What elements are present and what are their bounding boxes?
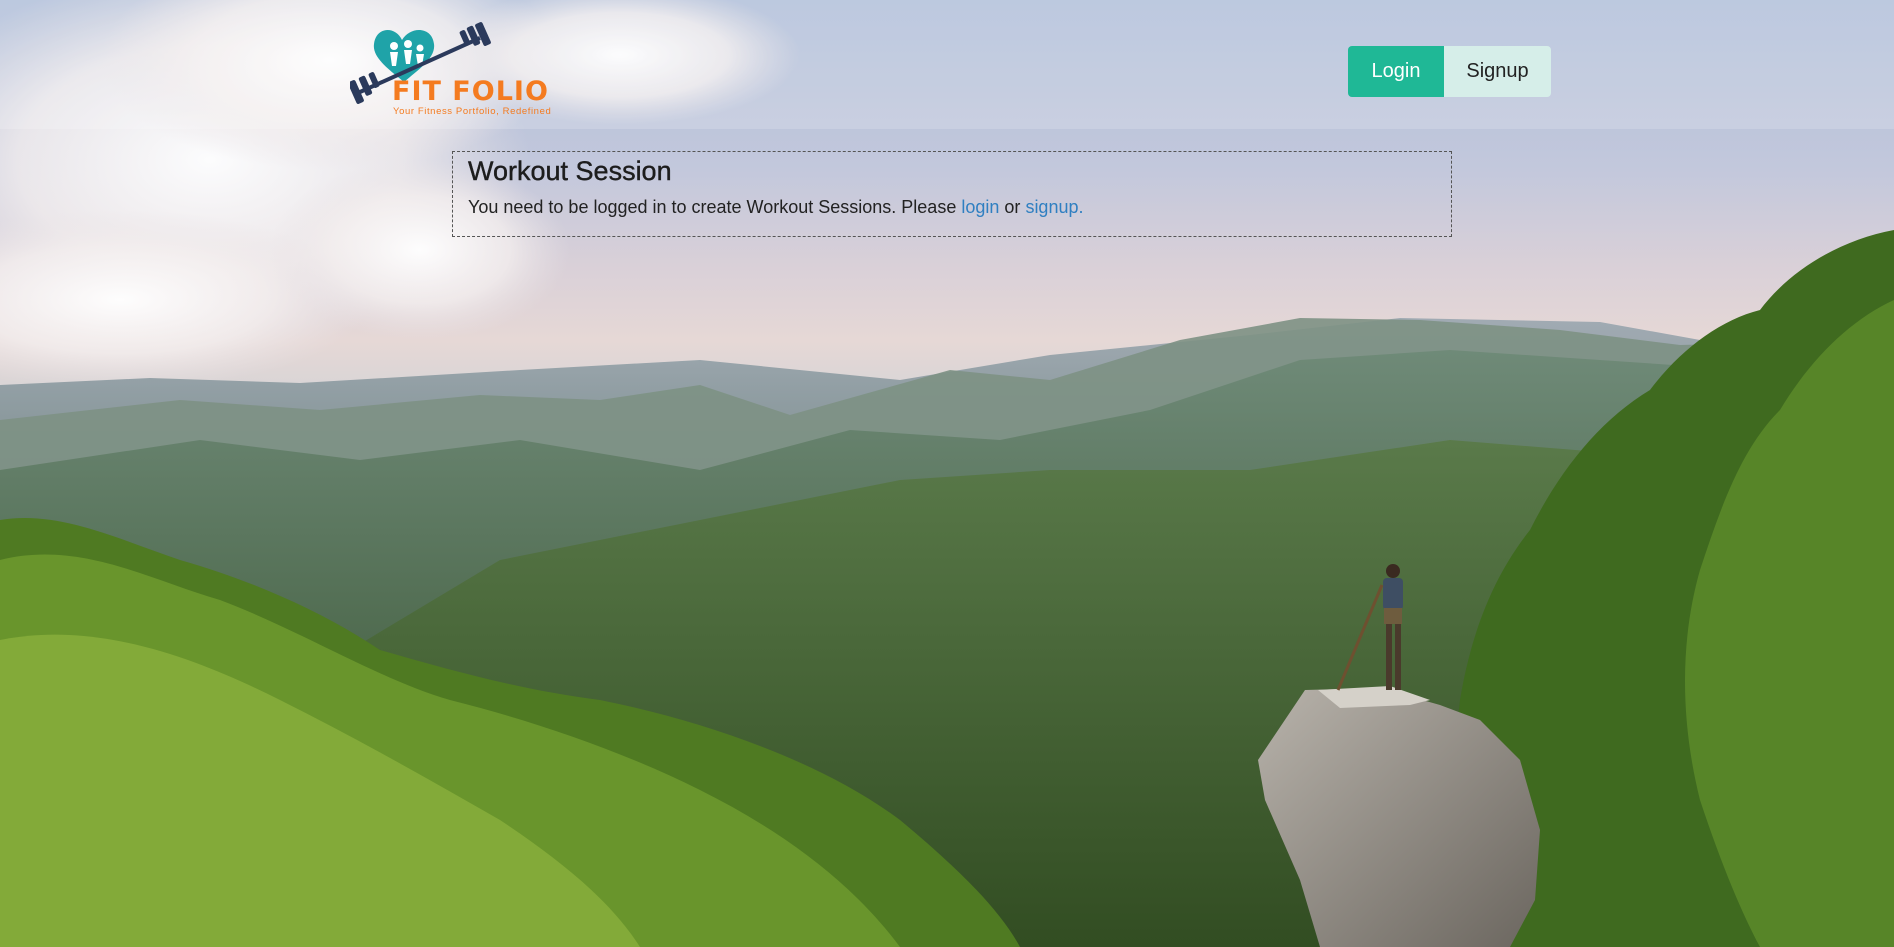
background-landscape-image	[0, 0, 1894, 947]
site-header: FIT FOLIO Your Fitness Portfolio, Redefi…	[0, 0, 1894, 129]
login-link[interactable]: login	[961, 197, 999, 217]
card-title: Workout Session	[468, 156, 672, 186]
signup-link[interactable]: signup.	[1025, 197, 1083, 217]
brand-name: FIT FOLIO	[392, 76, 549, 107]
workout-session-card: Workout Session You need to be logged in…	[452, 151, 1452, 237]
page: FIT FOLIO Your Fitness Portfolio, Redefi…	[0, 0, 1894, 947]
message-text: You need to be logged in to create Worko…	[468, 197, 957, 217]
login-required-message: You need to be logged in to create Worko…	[468, 197, 1083, 218]
message-connector: or	[1004, 197, 1021, 217]
brand-tagline: Your Fitness Portfolio, Redefined	[393, 106, 552, 117]
auth-button-group: Login Signup	[1348, 46, 1551, 97]
login-button[interactable]: Login	[1348, 46, 1444, 97]
signup-button[interactable]: Signup	[1444, 46, 1551, 97]
